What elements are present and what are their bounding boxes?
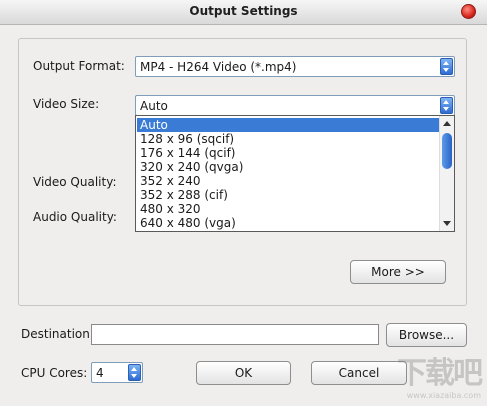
scroll-thumb[interactable] bbox=[442, 133, 452, 169]
watermark-text: 下载吧 bbox=[397, 356, 483, 391]
video-size-option[interactable]: 320 x 240 (qvga) bbox=[137, 160, 439, 174]
video-size-option[interactable]: Auto bbox=[137, 118, 439, 132]
audio-quality-label: Audio Quality: bbox=[33, 210, 117, 224]
video-size-option[interactable]: 352 x 240 bbox=[137, 174, 439, 188]
video-size-option[interactable]: 352 x 288 (cif) bbox=[137, 188, 439, 202]
video-size-option[interactable]: 176 x 144 (qcif) bbox=[137, 146, 439, 160]
scroll-down-icon[interactable] bbox=[443, 221, 451, 226]
destination-label: Destination: bbox=[21, 327, 94, 341]
title-bar[interactable]: Output Settings bbox=[0, 0, 487, 25]
close-icon[interactable] bbox=[461, 4, 476, 19]
site-watermark-logo: 下载吧 www.xiazaiba.com bbox=[371, 356, 483, 400]
combo-spin-icon[interactable] bbox=[440, 58, 453, 75]
combo-spin-icon[interactable] bbox=[440, 97, 453, 114]
ok-button[interactable]: OK bbox=[196, 361, 291, 385]
video-size-label: Video Size: bbox=[33, 97, 100, 111]
video-size-value: Auto bbox=[140, 99, 168, 113]
output-format-select[interactable]: MP4 - H264 Video (*.mp4) bbox=[135, 56, 455, 77]
video-size-option[interactable]: 640 x 480 (vga) bbox=[137, 216, 439, 230]
video-quality-label: Video Quality: bbox=[33, 175, 117, 189]
video-size-select[interactable]: Auto bbox=[135, 95, 455, 116]
cpu-cores-value: 4 bbox=[96, 366, 104, 380]
cpu-cores-select[interactable]: 4 bbox=[91, 362, 143, 383]
destination-field[interactable] bbox=[91, 324, 379, 345]
browse-button[interactable]: Browse... bbox=[386, 323, 467, 347]
output-settings-dialog: Output Settings Output Format: MP4 - H26… bbox=[0, 0, 487, 406]
scroll-up-icon[interactable] bbox=[443, 121, 451, 126]
watermark-url: www.xiazaiba.com bbox=[406, 391, 481, 400]
output-format-value: MP4 - H264 Video (*.mp4) bbox=[140, 60, 297, 74]
video-size-option[interactable]: 128 x 96 (sqcif) bbox=[137, 132, 439, 146]
dialog-title: Output Settings bbox=[189, 4, 298, 18]
cpu-cores-label: CPU Cores: bbox=[21, 366, 88, 380]
output-format-label: Output Format: bbox=[33, 59, 125, 73]
video-size-dropdown-list[interactable]: Auto 128 x 96 (sqcif) 176 x 144 (qcif) 3… bbox=[135, 115, 455, 232]
combo-spin-icon[interactable] bbox=[128, 364, 141, 381]
video-size-option[interactable]: 480 x 320 bbox=[137, 202, 439, 216]
dropdown-scrollbar[interactable] bbox=[439, 116, 454, 231]
more-button[interactable]: More >> bbox=[350, 260, 446, 284]
